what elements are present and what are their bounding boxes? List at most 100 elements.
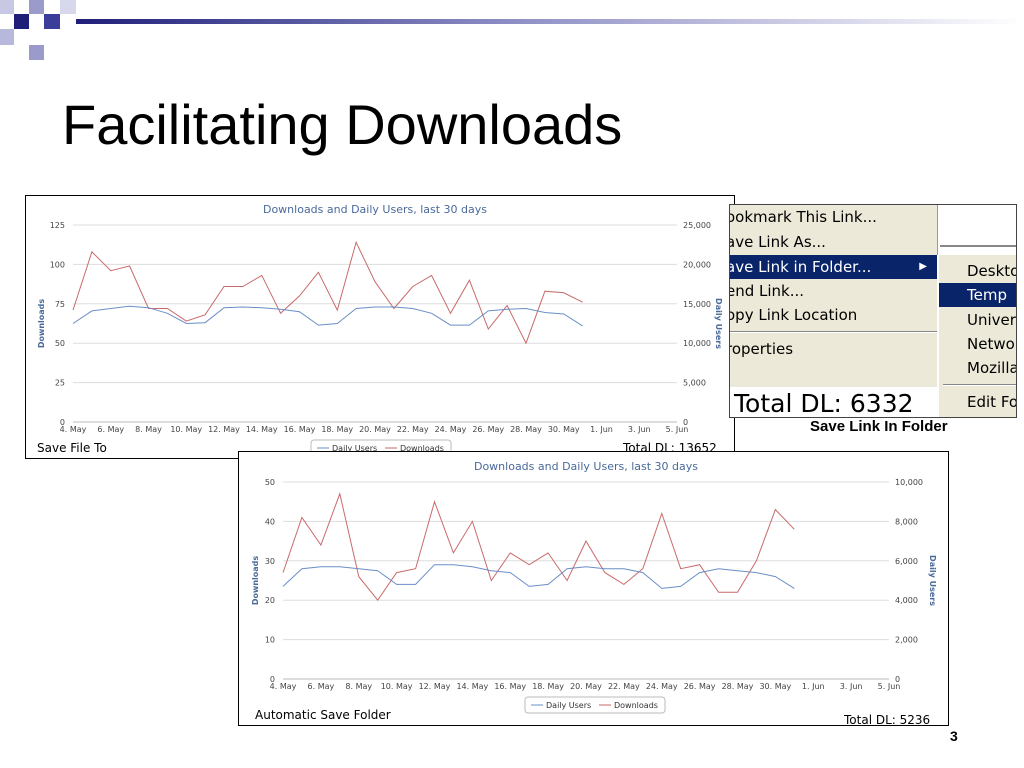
submenu-item-temp[interactable]: Temp <box>939 283 1016 307</box>
address-field[interactable] <box>940 205 1016 247</box>
submenu-item-label: Mozilla <box>967 359 1017 377</box>
submenu-item-label: Univers <box>967 311 1016 329</box>
y-axis-label: Downloads <box>251 556 260 606</box>
menu-item-save-link-as[interactable]: ave Link As... <box>730 230 937 254</box>
y-tick-label: 40 <box>265 517 275 526</box>
y2-axis-label: Daily Users <box>714 298 723 349</box>
x-tick-label: 6. May <box>308 682 335 691</box>
submenu-item-network[interactable]: Networ <box>939 332 1017 356</box>
submenu-item-desktop[interactable]: Deskto <box>939 259 1017 283</box>
x-tick-label: 3. Jun <box>628 425 651 434</box>
x-tick-label: 5. Jun <box>666 425 689 434</box>
deco-square <box>0 29 14 45</box>
menu-item-label: ookmark This Link... <box>730 208 877 226</box>
x-tick-label: 4. May <box>270 682 297 691</box>
x-tick-label: 1. Jun <box>802 682 825 691</box>
context-menu-screenshot: ookmark This Link... ave Link As... ave … <box>729 204 1017 418</box>
x-tick-label: 24. May <box>646 682 678 691</box>
x-tick-label: 26. May <box>472 425 504 434</box>
deco-bar <box>76 19 1024 24</box>
page-number: 3 <box>950 728 958 744</box>
chart-2-total: Total DL: 5236 <box>844 713 931 727</box>
submenu-item-label: Deskto <box>967 262 1017 280</box>
x-tick-label: 14. May <box>246 425 278 434</box>
menu-item-label: end Link... <box>730 282 805 300</box>
chart-title: Downloads and Daily Users, last 30 days <box>474 460 698 473</box>
x-tick-label: 16. May <box>284 425 316 434</box>
chart-automatic-save-folder: Downloads and Daily Users, last 30 days 0… <box>238 451 949 727</box>
deco-square <box>0 0 14 14</box>
menu-item-bookmark-link[interactable]: ookmark This Link... <box>730 205 937 229</box>
y-tick-label: 30 <box>265 557 275 566</box>
y2-tick-label: 6,000 <box>895 557 918 566</box>
menu-item-label: opy Link Location <box>730 306 858 324</box>
y2-tick-label: 5,000 <box>683 379 706 388</box>
menu-item-save-link-in-folder[interactable]: ave Link in Folder... ▶ <box>730 255 937 279</box>
y2-tick-label: 2,000 <box>895 636 918 645</box>
deco-square <box>29 0 44 14</box>
slide-title: Facilitating Downloads <box>62 93 623 156</box>
x-tick-label: 28. May <box>722 682 754 691</box>
submenu-item-edit-folders[interactable]: Edit Fo <box>939 390 1017 414</box>
menu-item-properties[interactable]: roperties <box>730 337 937 361</box>
chart-title: Downloads and Daily Users, last 30 days <box>263 203 487 216</box>
daily-users-series-line <box>282 564 795 589</box>
context-menu: ookmark This Link... ave Link As... ave … <box>730 205 938 387</box>
y2-tick-label: 4,000 <box>895 596 918 605</box>
daily-users-series-line <box>72 305 583 327</box>
legend-label-downloads: Downloads <box>614 701 658 710</box>
y2-tick-label: 10,000 <box>895 478 923 487</box>
y-tick-label: 25 <box>55 379 65 388</box>
submenu-item-university[interactable]: Univers <box>939 308 1016 332</box>
total-downloads-large: Total DL: 6332 <box>734 389 914 418</box>
x-tick-label: 18. May <box>532 682 564 691</box>
submenu-item-mozilla[interactable]: Mozilla <box>939 356 1017 380</box>
x-tick-label: 22. May <box>608 682 640 691</box>
deco-square <box>44 14 60 29</box>
menu-item-send-link[interactable]: end Link... <box>730 279 937 303</box>
y2-tick-label: 15,000 <box>683 300 711 309</box>
x-tick-label: 12. May <box>208 425 240 434</box>
y-tick-label: 50 <box>265 478 275 487</box>
menu-item-label: ave Link As... <box>730 233 826 251</box>
y2-axis-label: Daily Users <box>928 555 937 606</box>
chart-2-svg: Downloads and Daily Users, last 30 days0… <box>251 460 937 714</box>
x-tick-label: 16. May <box>494 682 526 691</box>
submenu-item-label: Networ <box>967 335 1017 353</box>
x-tick-label: 24. May <box>435 425 467 434</box>
menu-item-label: ave Link in Folder... <box>730 258 872 276</box>
x-tick-label: 10. May <box>170 425 202 434</box>
x-tick-label: 30. May <box>548 425 580 434</box>
downloads-series-line <box>282 492 795 602</box>
x-tick-label: 8. May <box>345 682 372 691</box>
menu-item-label: roperties <box>730 340 794 358</box>
x-tick-label: 12. May <box>419 682 451 691</box>
y-tick-label: 75 <box>55 300 65 309</box>
y-tick-label: 100 <box>50 260 65 269</box>
deco-square <box>14 14 29 29</box>
legend-label-daily-users: Daily Users <box>546 701 591 710</box>
menu-caption: Save Link In Folder <box>810 418 948 435</box>
x-tick-label: 20. May <box>570 682 602 691</box>
menu-separator <box>730 331 937 333</box>
title-decoration <box>0 0 1024 60</box>
y-tick-label: 50 <box>55 339 65 348</box>
x-tick-label: 1. Jun <box>590 425 613 434</box>
chart-1-svg: Downloads and Daily Users, last 30 days0… <box>37 203 723 457</box>
x-tick-label: 28. May <box>510 425 542 434</box>
submenu-arrow-icon: ▶ <box>919 261 927 272</box>
deco-square <box>60 0 76 14</box>
x-tick-label: 26. May <box>684 682 716 691</box>
x-tick-label: 4. May <box>60 425 87 434</box>
x-tick-label: 30. May <box>759 682 791 691</box>
menu-item-copy-link-location[interactable]: opy Link Location <box>730 303 937 327</box>
submenu-separator <box>943 384 1016 386</box>
folder-submenu: Deskto Temp Univers Networ Mozilla Edit … <box>937 255 1017 417</box>
x-tick-label: 6. May <box>97 425 124 434</box>
downloads-series-line <box>72 240 583 345</box>
submenu-item-label: Edit Fo <box>967 393 1017 411</box>
y2-tick-label: 10,000 <box>683 339 711 348</box>
x-tick-label: 20. May <box>359 425 391 434</box>
y-tick-label: 20 <box>265 596 275 605</box>
submenu-item-label: Temp <box>967 286 1007 304</box>
